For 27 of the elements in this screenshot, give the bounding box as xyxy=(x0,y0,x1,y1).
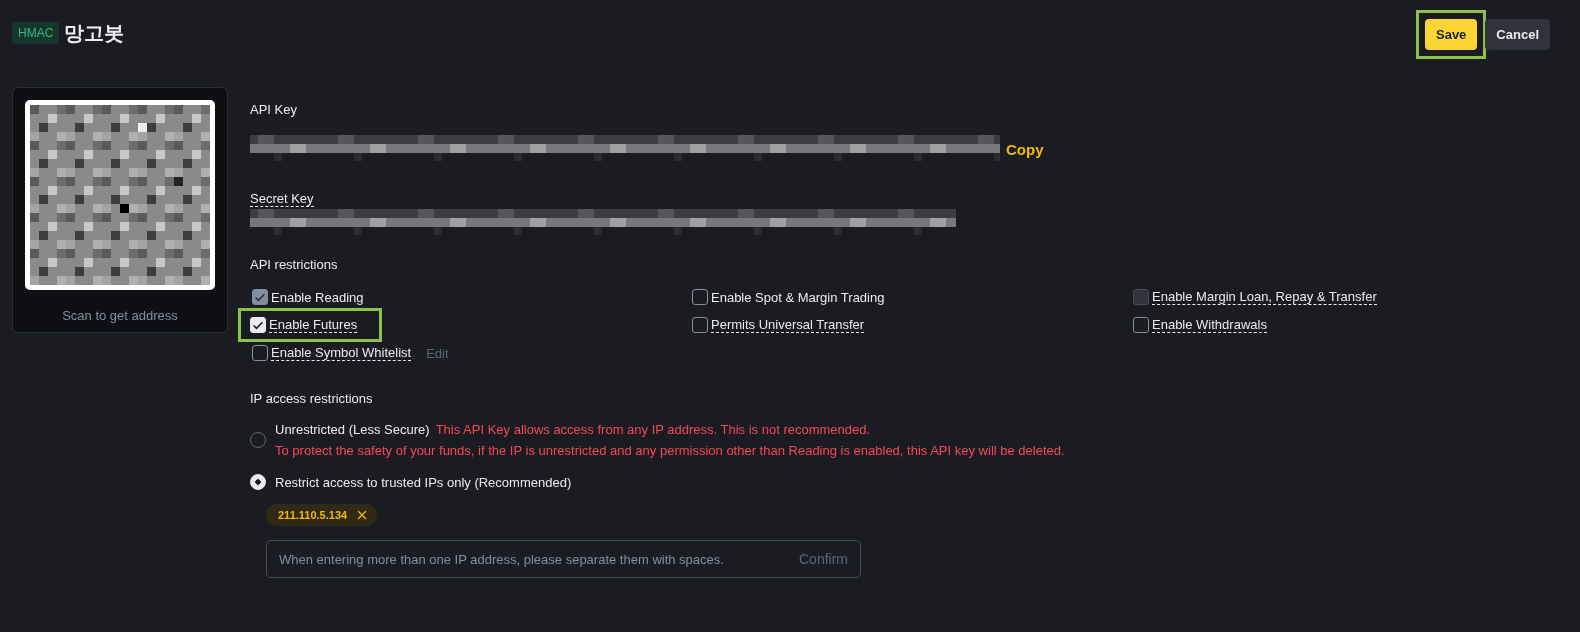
qr-caption: Scan to get address xyxy=(62,308,178,323)
copy-link[interactable]: Copy xyxy=(1006,140,1044,158)
save-button[interactable]: Save xyxy=(1425,18,1478,50)
secret-key-label: Secret Key xyxy=(250,191,314,207)
checkbox-label: Enable Margin Loan, Repay & Transfer xyxy=(1152,289,1377,305)
section-title: API restrictions xyxy=(250,257,338,272)
api-key-title: 망고봇 xyxy=(64,19,125,47)
checkbox[interactable] xyxy=(1133,317,1149,333)
hmac-badge: HMAC xyxy=(12,22,60,44)
checkbox-label: Permits Universal Transfer xyxy=(711,317,865,333)
section-title: IP access restrictions xyxy=(250,391,373,406)
checkbox-label: Enable Spot & Margin Trading xyxy=(711,289,885,305)
radio-label: Restrict access to trusted IPs only (Recommended) xyxy=(275,474,572,490)
warning-text: This API Key allows access from any IP address. This is not recommended. xyxy=(435,422,871,437)
radio-label: Unrestricted (Less Secure) xyxy=(275,422,430,437)
checkbox-label: Enable Reading xyxy=(271,289,364,305)
warning-text: To protect the safety of your funds, if the IP is unrestricted and any permission other than Reading is enabled, this API key will be deleted. xyxy=(275,443,1065,458)
api-key-label: API Key xyxy=(250,102,297,117)
checkbox-label: Enable Symbol Whitelist xyxy=(271,345,412,361)
checkbox-label: Enable Futures xyxy=(269,317,358,333)
checkbox[interactable] xyxy=(692,317,708,333)
checkbox-label: Enable Withdrawals xyxy=(1152,317,1267,333)
ip-address: 211.110.5.134 xyxy=(278,509,348,521)
close-icon[interactable] xyxy=(357,510,368,520)
checkbox[interactable] xyxy=(692,289,708,305)
checkbox[interactable] xyxy=(252,345,268,361)
cancel-button[interactable]: Cancel xyxy=(1485,18,1550,50)
